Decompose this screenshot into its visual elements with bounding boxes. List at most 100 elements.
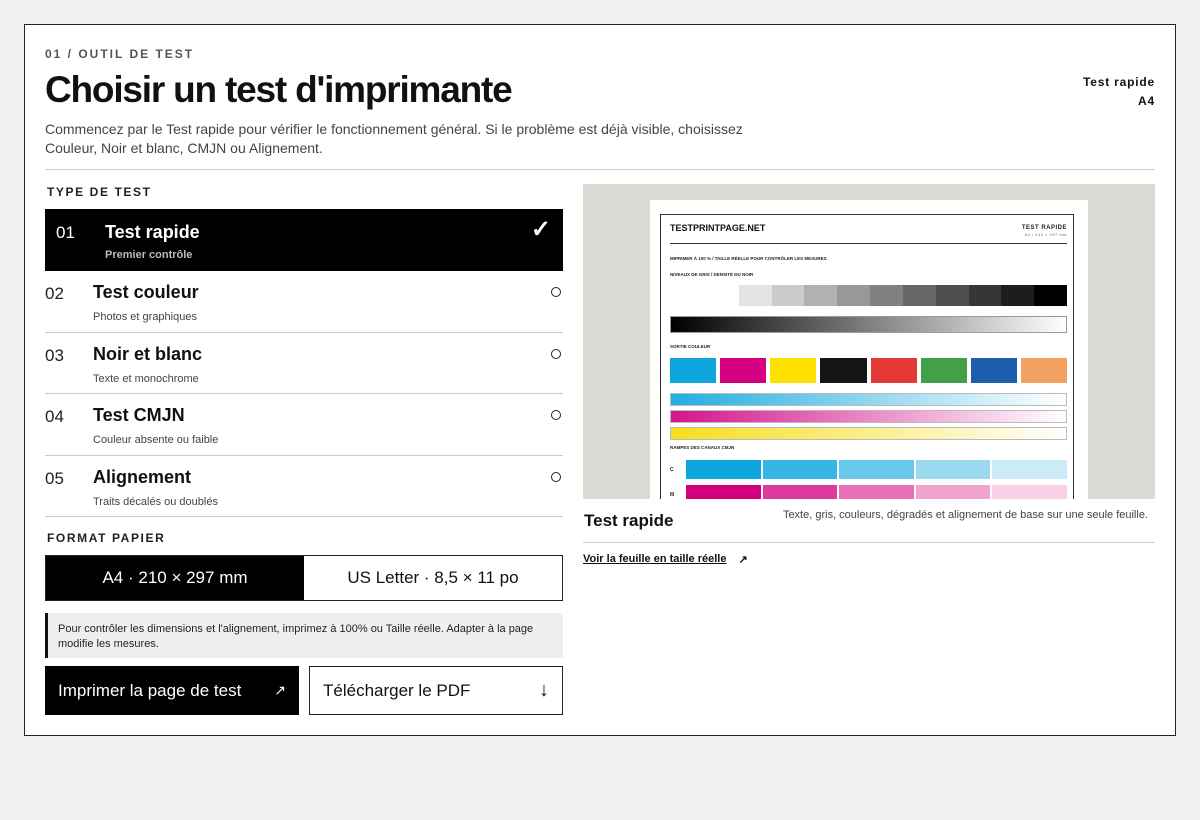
test-option-quick[interactable]: 01 Test rapide Premier contrôle ✓	[45, 209, 563, 271]
color-swatch	[820, 358, 867, 383]
preview-sheet-frame: TESTPRINTPAGE.NET TEST RAPIDE A4 / 210 ×…	[660, 214, 1074, 499]
cyan-tile	[915, 460, 991, 479]
test-option-subtitle: Photos et graphiques	[93, 311, 197, 323]
test-option-subtitle: Traits décalés ou doublés	[93, 495, 218, 508]
gray-step	[935, 285, 969, 306]
color-swatch	[770, 358, 817, 383]
gray-step	[902, 285, 936, 306]
full-size-link[interactable]: Voir la feuille en taille réelle ↗	[583, 553, 748, 566]
radio-icon[interactable]	[551, 348, 561, 359]
preview-divider	[583, 542, 1155, 543]
test-option-name: Test rapide	[105, 222, 200, 242]
sheet-instruction: IMPRIMER À 100 % / TAILLE RÉELLE POUR CO…	[670, 256, 827, 261]
paper-option-a4[interactable]: A4 · 210 × 297 mm	[46, 556, 304, 600]
gray-step	[738, 285, 772, 306]
radio-icon[interactable]	[551, 471, 561, 482]
cyan-tiles	[686, 460, 1067, 479]
header-divider	[45, 169, 1155, 170]
magenta-tiles	[686, 485, 1067, 499]
sheet-header-right: TEST RAPIDE A4 / 210 × 297 mm	[1022, 225, 1067, 237]
gray-step	[968, 285, 1002, 306]
cyan-channel-row: C	[670, 460, 1067, 479]
test-option-color[interactable]: 02 Test couleur Photos et graphiques	[45, 271, 563, 333]
magenta-tile	[992, 485, 1067, 499]
preview-title: Test rapide	[584, 511, 674, 530]
color-swatch	[920, 358, 967, 383]
gray-step	[1034, 285, 1067, 306]
paper-option-us-letter[interactable]: US Letter · 8,5 × 11 po	[304, 556, 562, 600]
paper-format-label: FORMAT PAPIER	[47, 531, 166, 545]
gray-scale-steps	[706, 285, 1067, 306]
test-option-number: 03	[45, 345, 64, 365]
sheet-rule	[670, 243, 1067, 244]
test-option-number: 04	[45, 407, 64, 426]
test-option-name: Noir et blanc	[93, 343, 203, 364]
download-pdf-button[interactable]: Télécharger le PDF ↓	[309, 666, 563, 715]
test-option-number: 02	[45, 284, 64, 303]
magenta-channel-row: M	[670, 485, 1067, 499]
test-page-preview: TESTPRINTPAGE.NET TEST RAPIDE A4 / 210 ×…	[583, 184, 1155, 499]
print-test-page-button[interactable]: Imprimer la page de test ↗	[45, 666, 299, 715]
magenta-tile	[762, 485, 838, 499]
test-type-list: 01 Test rapide Premier contrôle ✓ 02 Tes…	[45, 209, 563, 517]
test-option-name: Alignement	[93, 466, 192, 487]
gray-step	[804, 285, 838, 306]
sheet-site-name: TESTPRINTPAGE.NET	[670, 223, 766, 233]
channel-label: C	[670, 466, 674, 473]
color-swatch	[970, 358, 1017, 383]
download-arrow-icon: ↓	[539, 679, 549, 701]
magenta-tile	[915, 485, 991, 499]
external-arrow-icon: ↗	[738, 554, 748, 566]
selection-summary: Test rapide A4	[1083, 73, 1155, 111]
test-option-subtitle: Couleur absente ou faible	[93, 434, 219, 446]
preview-description: Texte, gris, couleurs, dégradés et align…	[782, 509, 1148, 521]
cyan-tile	[992, 460, 1067, 479]
test-option-cmyk[interactable]: 04 Test CMJN Couleur absente ou faible	[45, 394, 563, 456]
test-option-alignment[interactable]: 05 Alignement Traits décalés ou doublés	[45, 456, 563, 517]
magenta-tile	[686, 485, 761, 499]
test-tool-card: 01 / OUTIL DE TEST Choisir un test d'imp…	[24, 24, 1176, 736]
channel-label: M	[670, 491, 675, 498]
sheet-gray-label: NIVEAUX DE GRIS / DENSITÉ DU NOIR	[670, 272, 754, 277]
test-option-name: Test couleur	[93, 282, 199, 302]
magenta-tile	[839, 485, 914, 499]
color-swatch	[670, 358, 717, 383]
test-option-number: 05	[45, 468, 64, 488]
cyan-tile	[762, 460, 838, 479]
color-swatch	[1020, 358, 1067, 383]
intro-text: Commencez par le Test rapide pour vérifi…	[45, 121, 743, 156]
test-option-subtitle: Premier contrôle	[105, 249, 193, 261]
test-option-number: 01	[56, 223, 75, 242]
full-size-link-label: Voir la feuille en taille réelle	[583, 553, 727, 565]
color-swatch	[870, 358, 917, 383]
print-button-label: Imprimer la page de test	[58, 680, 242, 700]
print-scale-note: Pour contrôler les dimensions et l'align…	[45, 613, 563, 658]
sheet-test-name: TEST RAPIDE	[1021, 225, 1067, 231]
cyan-ramp	[670, 393, 1067, 406]
test-option-black-white[interactable]: 03 Noir et blanc Texte et monochrome	[45, 333, 563, 394]
sheet-format: A4 / 210 × 297 mm	[1024, 232, 1067, 237]
test-option-subtitle: Texte et monochrome	[93, 372, 199, 385]
gray-step	[837, 285, 871, 306]
color-swatch	[720, 358, 767, 383]
eyebrow: 01 / OUTIL DE TEST	[45, 47, 195, 61]
black-gradient-bar	[670, 316, 1067, 333]
magenta-ramp	[670, 410, 1067, 423]
paper-format-toggle: A4 · 210 × 297 mm US Letter · 8,5 × 11 p…	[45, 555, 563, 601]
summary-format: A4	[1138, 94, 1155, 108]
gray-step	[771, 285, 805, 306]
test-option-name: Test CMJN	[93, 405, 185, 425]
cyan-tile	[839, 460, 914, 479]
radio-icon[interactable]	[551, 287, 561, 297]
preview-sheet: TESTPRINTPAGE.NET TEST RAPIDE A4 / 210 ×…	[650, 200, 1088, 499]
cyan-tile	[686, 460, 761, 479]
page-title: Choisir un test d'imprimante	[45, 69, 513, 110]
external-arrow-icon: ↗	[274, 682, 286, 698]
sheet-color-label: SORTIE COULEUR	[670, 344, 711, 349]
test-type-label: TYPE DE TEST	[47, 185, 152, 199]
color-swatches	[670, 358, 1067, 383]
yellow-ramp	[670, 427, 1067, 440]
download-button-label: Télécharger le PDF	[323, 680, 471, 700]
radio-icon[interactable]	[551, 410, 561, 420]
gray-step	[706, 285, 739, 306]
